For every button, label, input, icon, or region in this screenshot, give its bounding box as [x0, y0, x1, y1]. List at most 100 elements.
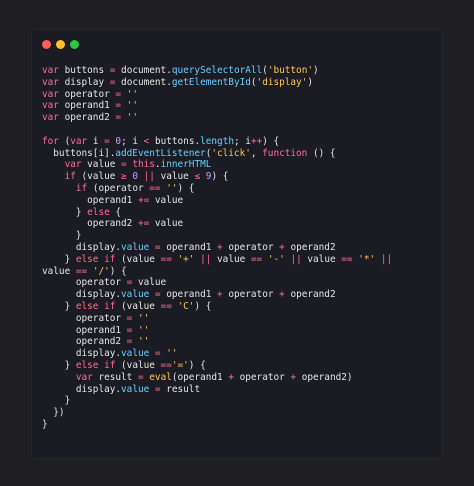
code-token: var — [42, 76, 59, 88]
code-token: value — [81, 159, 122, 171]
code-token: 'button' — [267, 65, 313, 76]
code-line: value == '/') { — [42, 266, 438, 278]
code-token: else if — [75, 359, 116, 371]
code-token: operand2 — [42, 336, 127, 348]
code-token: value — [121, 383, 150, 395]
code-token: innerHTML — [160, 159, 212, 171]
code-line: if (operator == '') { — [42, 183, 438, 195]
code-token: } — [42, 230, 82, 242]
code-token: operand2 — [42, 218, 138, 230]
code-line: var display = document.getElementById('d… — [42, 77, 438, 89]
code-token: { — [109, 206, 122, 218]
code-token: var — [70, 135, 88, 147]
code-token: '' — [137, 324, 150, 336]
code-token: display. — [42, 241, 122, 253]
code-token: display. — [42, 289, 122, 301]
code-token: '*' — [358, 253, 376, 265]
code-token: || — [143, 171, 155, 183]
code-token: value — [121, 348, 150, 360]
code-token: this — [132, 159, 155, 171]
code-token: operand1 — [42, 324, 127, 336]
code-token: display — [58, 76, 110, 88]
code-token: value — [211, 253, 251, 265]
code-token: == — [160, 300, 172, 312]
code-token: ) { — [188, 359, 206, 371]
code-token: eval — [149, 371, 172, 383]
code-token: operator — [42, 312, 127, 324]
code-token: result — [92, 371, 138, 383]
code-line: operand2 += value — [42, 218, 438, 230]
code-token: ) { — [177, 182, 195, 194]
code-token: == — [75, 265, 88, 277]
code-line: operand2 = '' — [42, 336, 438, 348]
code-token: ) { — [194, 300, 212, 312]
code-line: display.value = operand1 + operator + op… — [42, 289, 438, 301]
code-token: (value — [115, 253, 161, 265]
code-line: display.value = '' — [42, 348, 438, 360]
code-token: value — [121, 289, 150, 301]
code-token: ++ — [250, 135, 263, 147]
code-token: operand2 — [58, 112, 116, 124]
code-token: operator — [233, 371, 291, 383]
code-token: 'click' — [211, 147, 251, 159]
code-token: display. — [42, 348, 122, 360]
code-token: '' — [126, 100, 138, 112]
code-token: (operand1 — [171, 371, 229, 383]
code-line: var operand2 = '' — [42, 112, 438, 124]
code-line: } — [42, 419, 438, 431]
code-token: == — [341, 253, 353, 265]
code-token: value — [149, 194, 184, 206]
code-token: '-' — [267, 253, 285, 265]
window-controls — [42, 40, 79, 49]
code-line: } — [42, 395, 438, 407]
code-token: value — [42, 265, 76, 277]
code-token: i — [87, 135, 105, 147]
code-token: if — [75, 182, 88, 194]
code-token: result — [160, 383, 201, 395]
code-token: operand1 — [160, 289, 218, 301]
code-token: '' — [126, 112, 138, 124]
code-token: querySelectorAll — [171, 65, 263, 76]
code-token: function — [262, 147, 308, 159]
code-token: || — [290, 253, 302, 265]
code-token: operand2 — [284, 289, 336, 301]
code-token: () { — [307, 147, 336, 159]
code-line: operator = '' — [42, 313, 438, 325]
code-token: } — [42, 395, 71, 407]
maximize-dot-icon[interactable] — [70, 40, 79, 49]
code-token: == — [149, 182, 161, 194]
code-token: var — [42, 88, 59, 100]
code-token: else if — [75, 300, 116, 312]
code-token: buttons[i]. — [42, 147, 116, 159]
code-token: || — [380, 253, 393, 265]
code-token: (value — [75, 171, 122, 183]
code-token: , — [250, 147, 263, 159]
code-token: value — [121, 241, 150, 253]
code-token: var — [42, 65, 59, 76]
minimize-dot-icon[interactable] — [56, 40, 65, 49]
code-token: += — [137, 218, 150, 230]
code-token: operand2 — [284, 241, 336, 253]
code-token: value — [149, 218, 184, 230]
code-token: ( — [58, 135, 71, 147]
code-token: == — [160, 359, 172, 371]
code-token: 'C' — [177, 300, 195, 312]
code-token: if — [64, 171, 76, 183]
code-token: var — [42, 100, 59, 112]
close-dot-icon[interactable] — [42, 40, 51, 49]
code-token: ) { — [211, 171, 229, 183]
code-token: var — [75, 371, 93, 383]
code-token: operator — [222, 289, 280, 301]
code-token: var — [42, 112, 59, 124]
code-line: var value = this.innerHTML — [42, 159, 438, 171]
code-line: } else if (value == '+' || value == '-' … — [42, 254, 438, 266]
code-token: for — [42, 135, 59, 147]
code-line: }) — [42, 407, 438, 419]
code-line: operand1 += value — [42, 195, 438, 207]
code-token: ) — [312, 65, 319, 76]
code-token: '/' — [92, 265, 110, 277]
code-block: var buttons = document.querySelectorAll(… — [42, 65, 438, 431]
